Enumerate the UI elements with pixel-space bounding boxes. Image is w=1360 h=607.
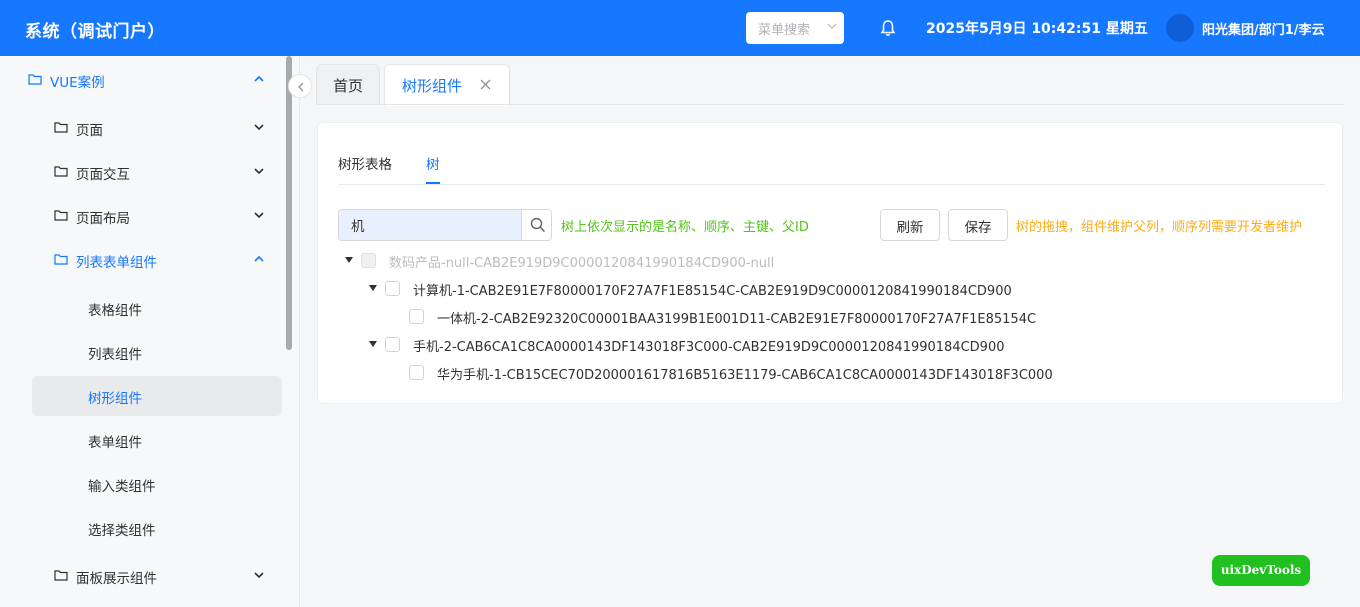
sidebar-item-pages[interactable]: 页面 <box>0 108 285 148</box>
save-button[interactable]: 保存 <box>948 209 1008 241</box>
sidebar-item-list-component[interactable]: 列表组件 <box>0 332 285 372</box>
folder-icon <box>54 122 68 133</box>
sidebar-scrollbar[interactable] <box>286 56 292 350</box>
sidebar-item-label: 表单组件 <box>88 435 142 451</box>
user-org-name[interactable]: 阳光集团/部门1/李云 <box>1202 19 1325 38</box>
folder-icon <box>54 570 68 581</box>
app-title: 系统（调试门户） <box>25 22 165 42</box>
chevron-down-icon <box>827 23 837 29</box>
tree-node-label: 手机-2-CAB6CA1C8CA0000143DF143018F3C000-CA… <box>413 340 1005 355</box>
tab-tree[interactable]: 树 <box>426 153 440 173</box>
refresh-button[interactable]: 刷新 <box>880 209 940 241</box>
tree-node-label: 华为手机-1-CB15CEC70D200001617816B5163E1179-… <box>437 368 1053 383</box>
tree-node-checkbox <box>361 253 376 268</box>
folder-icon <box>54 254 68 265</box>
chevron-down-icon <box>254 212 264 219</box>
chevron-down-icon <box>254 168 264 175</box>
sidebar-item-label: 页面交互 <box>76 167 130 183</box>
sidebar-item-label: 页面布局 <box>76 211 130 227</box>
chevron-down-icon <box>254 124 264 131</box>
tree-node-checkbox[interactable] <box>409 365 424 380</box>
sidebar-item-label: 列表表单组件 <box>76 255 157 271</box>
chevron-down-icon <box>254 572 264 579</box>
tree-node-label: 数码产品-null-CAB2E919D9C0000120841990184CD9… <box>389 256 775 271</box>
tree-node-label: 计算机-1-CAB2E91E7F80000170F27A7F1E85154C-C… <box>413 284 1012 299</box>
page-tab-bar: 首页 树形组件 <box>300 56 1360 106</box>
search-button[interactable] <box>521 210 551 240</box>
datetime-display: 2025年5月9日 10:42:51 星期五 <box>926 21 1148 37</box>
sidebar-item-tree-component[interactable]: 树形组件 <box>32 376 282 416</box>
tab-tree-component[interactable]: 树形组件 <box>384 64 510 106</box>
sidebar-item-label: 页面 <box>76 123 103 139</box>
sidebar-item-input-components[interactable]: 输入类组件 <box>0 464 285 504</box>
sidebar-item-label: 面板展示组件 <box>76 571 157 587</box>
folder-icon <box>54 166 68 177</box>
sidebar-item-page-interaction[interactable]: 页面交互 <box>0 152 285 192</box>
sidebar: VUE案例 页面 页面交互 页面布局 列表表单组件 表格组件 列表组件 树形组件… <box>0 56 300 607</box>
sidebar-item-page-layout[interactable]: 页面布局 <box>0 196 285 236</box>
sidebar-item-label: 选择类组件 <box>88 523 156 539</box>
close-icon[interactable] <box>480 79 491 90</box>
drag-hint-text: 树的拖拽，组件维护父列，顺序列需要开发者维护 <box>1016 220 1303 235</box>
tree-node-checkbox[interactable] <box>385 337 400 352</box>
caret-down-icon[interactable] <box>369 341 377 347</box>
sidebar-item-vue-cases[interactable]: VUE案例 <box>0 60 285 100</box>
collapse-sidebar-button[interactable] <box>288 74 312 98</box>
sidebar-item-list-form-components[interactable]: 列表表单组件 <box>0 240 285 280</box>
menu-search-placeholder: 菜单搜索 <box>758 23 811 38</box>
tab-divider <box>316 104 1344 105</box>
sidebar-item-label: 表格组件 <box>88 303 142 319</box>
chevron-up-icon <box>254 75 264 82</box>
sidebar-item-table-component[interactable]: 表格组件 <box>0 288 285 328</box>
tree-node-label: 一体机-2-CAB2E92320C00001BAA3199B1E001D11-C… <box>437 312 1037 327</box>
sidebar-item-label: 列表组件 <box>88 347 142 363</box>
devtools-button[interactable]: uixDevTools <box>1212 555 1310 586</box>
sidebar-item-panel-components[interactable]: 面板展示组件 <box>0 556 285 596</box>
tree-search-input[interactable] <box>339 210 521 240</box>
sidebar-item-select-components[interactable]: 选择类组件 <box>0 508 285 548</box>
folder-icon <box>28 74 42 85</box>
sidebar-item-label: VUE案例 <box>50 75 105 91</box>
avatar[interactable] <box>1166 14 1194 42</box>
folder-icon <box>54 210 68 221</box>
sidebar-item-label: 输入类组件 <box>88 479 156 495</box>
tree-node-checkbox[interactable] <box>409 309 424 324</box>
chevron-up-icon <box>254 255 264 262</box>
tab-home[interactable]: 首页 <box>316 64 380 105</box>
content-card: 树形表格 树 树上依次显示的是名称、顺序、主键、父ID 刷新 保存 树的拖拽，组… <box>317 122 1343 404</box>
tree-node-checkbox[interactable] <box>385 281 400 296</box>
search-icon <box>530 217 546 233</box>
sidebar-item-label: 树形组件 <box>88 391 142 407</box>
tab-tree-table[interactable]: 树形表格 <box>338 153 392 173</box>
tree-search <box>338 209 552 241</box>
menu-search-select[interactable]: 菜单搜索 <box>746 12 844 44</box>
chevron-left-icon <box>298 82 304 92</box>
sidebar-item-form-component[interactable]: 表单组件 <box>0 420 285 460</box>
caret-down-icon[interactable] <box>369 285 377 291</box>
tab-divider <box>338 184 1325 185</box>
top-header: 系统（调试门户） 菜单搜索 2025年5月9日 10:42:51 星期五 阳光集… <box>0 0 1360 56</box>
bell-icon[interactable] <box>879 19 897 37</box>
tab-label: 树形组件 <box>402 77 463 95</box>
tree-hint-text: 树上依次显示的是名称、顺序、主键、父ID <box>561 220 809 235</box>
caret-down-icon[interactable] <box>345 257 353 263</box>
